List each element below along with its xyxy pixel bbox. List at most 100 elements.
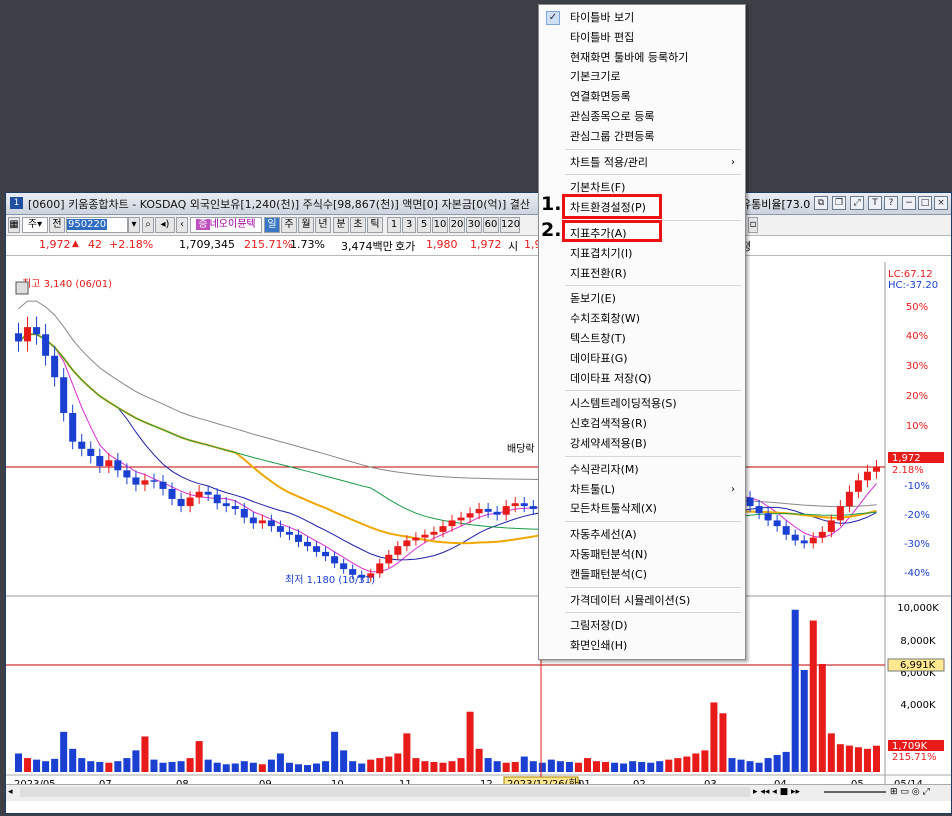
minimize-button[interactable]: − bbox=[902, 196, 916, 210]
search-icon[interactable]: ⌕ bbox=[142, 217, 154, 233]
candle-body bbox=[132, 477, 140, 485]
menu-item[interactable]: 지표전환(R) bbox=[539, 264, 745, 284]
window-icon[interactable]: 1 bbox=[10, 197, 23, 209]
menu-item[interactable]: 시스템트레이딩적용(S) bbox=[539, 394, 745, 414]
last-price-label: 1,972 bbox=[892, 453, 921, 464]
minute-30[interactable]: 30 bbox=[466, 217, 482, 233]
all-button[interactable]: 전 bbox=[49, 217, 65, 233]
menu-item[interactable]: 수치조회창(W) bbox=[539, 309, 745, 329]
menu-item[interactable]: 현재화면 툴바에 등록하기 bbox=[539, 48, 745, 68]
menu-item-label: 지표겹치기(I) bbox=[570, 246, 633, 260]
volume-bar bbox=[150, 759, 158, 772]
menu-item[interactable]: ✓ 타이틀바 보기 bbox=[539, 8, 745, 28]
menu-item[interactable]: 자동추세선(A) bbox=[539, 525, 745, 545]
volume-bar bbox=[602, 761, 610, 772]
candle-body bbox=[51, 355, 59, 378]
speaker-icon[interactable]: ◂) bbox=[155, 217, 175, 233]
maximize-button[interactable]: □ bbox=[918, 196, 932, 210]
volume-bar bbox=[827, 733, 835, 772]
menu-item-label: 캔들패턴분석(C) bbox=[570, 567, 647, 581]
type-select[interactable]: 주▾ bbox=[22, 217, 48, 233]
volume-bar bbox=[583, 758, 591, 772]
period-week[interactable]: 주 bbox=[281, 217, 297, 233]
menu-item[interactable]: 데이타표(G) bbox=[539, 349, 745, 369]
volume-bar bbox=[845, 745, 853, 772]
menu-item-label: 자동추세선(A) bbox=[570, 528, 637, 542]
volume-bar bbox=[692, 753, 700, 772]
menu-item[interactable]: 기본크기로 bbox=[539, 67, 745, 87]
help-icon[interactable]: ? bbox=[884, 196, 898, 210]
period-minute[interactable]: 분 bbox=[333, 217, 349, 233]
period-second[interactable]: 초 bbox=[350, 217, 366, 233]
code-input[interactable]: 950220 bbox=[66, 217, 128, 233]
menu-item[interactable]: 수식관리자(M) bbox=[539, 460, 745, 480]
menu-item[interactable]: 모든차트툴삭제(X) bbox=[539, 499, 745, 519]
period-day[interactable]: 일 bbox=[264, 217, 280, 233]
text-tool-icon[interactable]: T bbox=[868, 196, 882, 210]
menu-item-label: 차트틀 적용/관리 bbox=[570, 155, 649, 169]
toolbar-grid-icon[interactable]: ▦ bbox=[8, 217, 20, 233]
candle-body bbox=[403, 540, 411, 547]
period-year[interactable]: 년 bbox=[315, 217, 331, 233]
menu-separator bbox=[565, 612, 741, 614]
menu-item[interactable]: 관심그룹 간편등록 bbox=[539, 127, 745, 147]
period-tick[interactable]: 틱 bbox=[367, 217, 383, 233]
copy-icon[interactable]: ❐ bbox=[832, 196, 846, 210]
volume-bar bbox=[556, 761, 564, 772]
volume-bar bbox=[674, 758, 682, 772]
volume-bar bbox=[78, 758, 86, 772]
menu-item[interactable]: 자동패턴분석(N) bbox=[539, 545, 745, 565]
period-month[interactable]: 월 bbox=[298, 217, 314, 233]
volume-bar bbox=[376, 758, 384, 772]
scroll-left-icon[interactable]: ◂ bbox=[8, 787, 18, 798]
minute-3[interactable]: 3 bbox=[402, 217, 416, 233]
candle-body bbox=[520, 503, 528, 507]
minute-20[interactable]: 20 bbox=[449, 217, 465, 233]
bid-price: 1,972 bbox=[470, 238, 502, 251]
menu-item[interactable]: 관심종목으로 등록 bbox=[539, 107, 745, 127]
prev-icon[interactable]: ‹ bbox=[176, 217, 188, 233]
menu-item[interactable]: 텍스트창(T) bbox=[539, 329, 745, 349]
chart-handle-icon[interactable] bbox=[15, 281, 29, 295]
minute-10[interactable]: 10 bbox=[432, 217, 448, 233]
toolbar-right-icon[interactable]: ▫ bbox=[748, 217, 758, 233]
menu-item[interactable]: 타이틀바 편집 bbox=[539, 28, 745, 48]
menu-item[interactable]: 돋보기(E) bbox=[539, 289, 745, 309]
menu-item[interactable]: 가격데이터 시뮬레이션(S) bbox=[539, 591, 745, 611]
price-chart[interactable]: 50% 40% 30% 20% 10% -10% -20% -30% -40% 10,000K 8,… bbox=[6, 256, 951, 796]
chart-scrollbar[interactable]: ◂ ▸ ◂◂ ◂ ■ ▸▸ ⊞ ▭ ◎ ⤢ bbox=[6, 784, 951, 801]
scroll-tools-icon[interactable]: ⊞ ▭ ◎ ⤢ bbox=[890, 786, 948, 799]
menu-item[interactable]: 데이타표 저장(Q) bbox=[539, 369, 745, 389]
minute-60[interactable]: 60 bbox=[483, 217, 499, 233]
menu-item-label: 모든차트툴삭제(X) bbox=[570, 502, 657, 516]
menu-item[interactable]: 차트틀 적용/관리 › bbox=[539, 153, 745, 173]
stock-name[interactable]: 증 네오이뮨텍 bbox=[190, 217, 262, 233]
candle-body bbox=[782, 526, 790, 535]
candle-body bbox=[213, 494, 221, 504]
link-icon[interactable]: ⧉ bbox=[814, 196, 828, 210]
candle-body bbox=[304, 541, 312, 547]
minute-1[interactable]: 1 bbox=[387, 217, 401, 233]
menu-item[interactable]: 신호검색적용(R) bbox=[539, 414, 745, 434]
menu-item-label: 차트툴(L) bbox=[570, 482, 616, 496]
menu-item[interactable]: 연결화면등록 bbox=[539, 87, 745, 107]
minute-120[interactable]: 120 bbox=[500, 217, 520, 233]
scroll-track[interactable] bbox=[20, 787, 750, 797]
menu-item[interactable]: 차트툴(L) › bbox=[539, 480, 745, 500]
menu-item[interactable]: 강세약세적용(B) bbox=[539, 434, 745, 454]
volume-bar bbox=[773, 755, 781, 772]
close-button[interactable]: × bbox=[934, 196, 948, 210]
menu-item[interactable]: 지표겹치기(I) bbox=[539, 244, 745, 264]
candle-body bbox=[791, 534, 799, 541]
menu-item[interactable]: 캔들패턴분석(C) bbox=[539, 565, 745, 585]
code-dropdown-icon[interactable]: ▾ bbox=[128, 217, 140, 233]
candle-body bbox=[475, 508, 483, 514]
playback-controls[interactable]: ▸ ◂◂ ◂ ■ ▸▸ bbox=[753, 786, 823, 799]
ask-price: 1,980 bbox=[426, 238, 458, 251]
menu-item[interactable]: 그림저장(D) bbox=[539, 616, 745, 636]
expand-icon[interactable]: ⤢ bbox=[850, 196, 864, 210]
zoom-slider[interactable] bbox=[824, 791, 886, 793]
window-titlebar[interactable]: 1 [0600] 키움종합차트 - KOSDAQ 외국인보유[1,240(천)]… bbox=[6, 193, 951, 215]
minute-5[interactable]: 5 bbox=[417, 217, 431, 233]
menu-item[interactable]: 화면인쇄(H) bbox=[539, 636, 745, 656]
